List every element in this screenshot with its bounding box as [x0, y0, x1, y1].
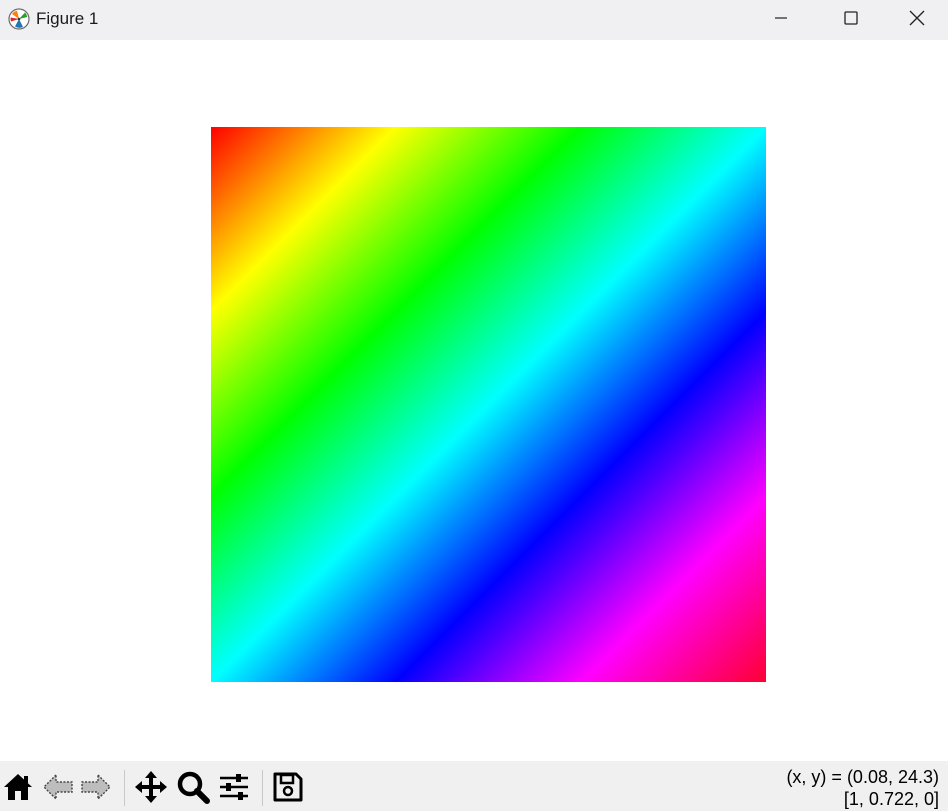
window-title: Figure 1 [36, 9, 99, 28]
save-icon [272, 771, 304, 808]
hsv-gradient-image [211, 127, 766, 682]
home-icon [2, 772, 34, 807]
forward-button[interactable] [78, 771, 114, 807]
toolbar-separator [262, 770, 263, 806]
minimize-icon [774, 11, 788, 30]
back-arrow-icon [42, 772, 74, 807]
title-bar[interactable]: Figure 1 [0, 0, 948, 40]
move-icon [134, 770, 168, 809]
pan-button[interactable] [133, 770, 169, 809]
figure-canvas[interactable] [0, 40, 948, 761]
figure-window: Figure 1 (x, y) = (0.08, 24.3) [1, 0.722… [0, 0, 948, 811]
toolbar-separator [124, 770, 125, 806]
coords-pixel-value: [1, 0.722, 0] [843, 789, 939, 809]
maximize-button[interactable] [816, 0, 886, 40]
close-button[interactable] [886, 0, 948, 40]
navigation-toolbar: (x, y) = (0.08, 24.3) [1, 0.722, 0] [0, 761, 948, 811]
matplotlib-icon [8, 8, 30, 30]
zoom-button[interactable] [175, 771, 211, 807]
home-button[interactable] [0, 771, 36, 807]
forward-arrow-icon [80, 772, 112, 807]
configure-subplots-button[interactable] [216, 771, 252, 807]
coords-xy: (x, y) = (0.08, 24.3) [786, 767, 939, 787]
sliders-icon [218, 772, 250, 807]
close-icon [909, 10, 925, 31]
minimize-button[interactable] [746, 0, 816, 40]
maximize-icon [844, 10, 858, 30]
back-button[interactable] [40, 771, 76, 807]
cursor-coordinates: (x, y) = (0.08, 24.3) [1, 0.722, 0] [786, 766, 939, 810]
zoom-icon [176, 770, 210, 809]
save-button[interactable] [270, 771, 306, 807]
